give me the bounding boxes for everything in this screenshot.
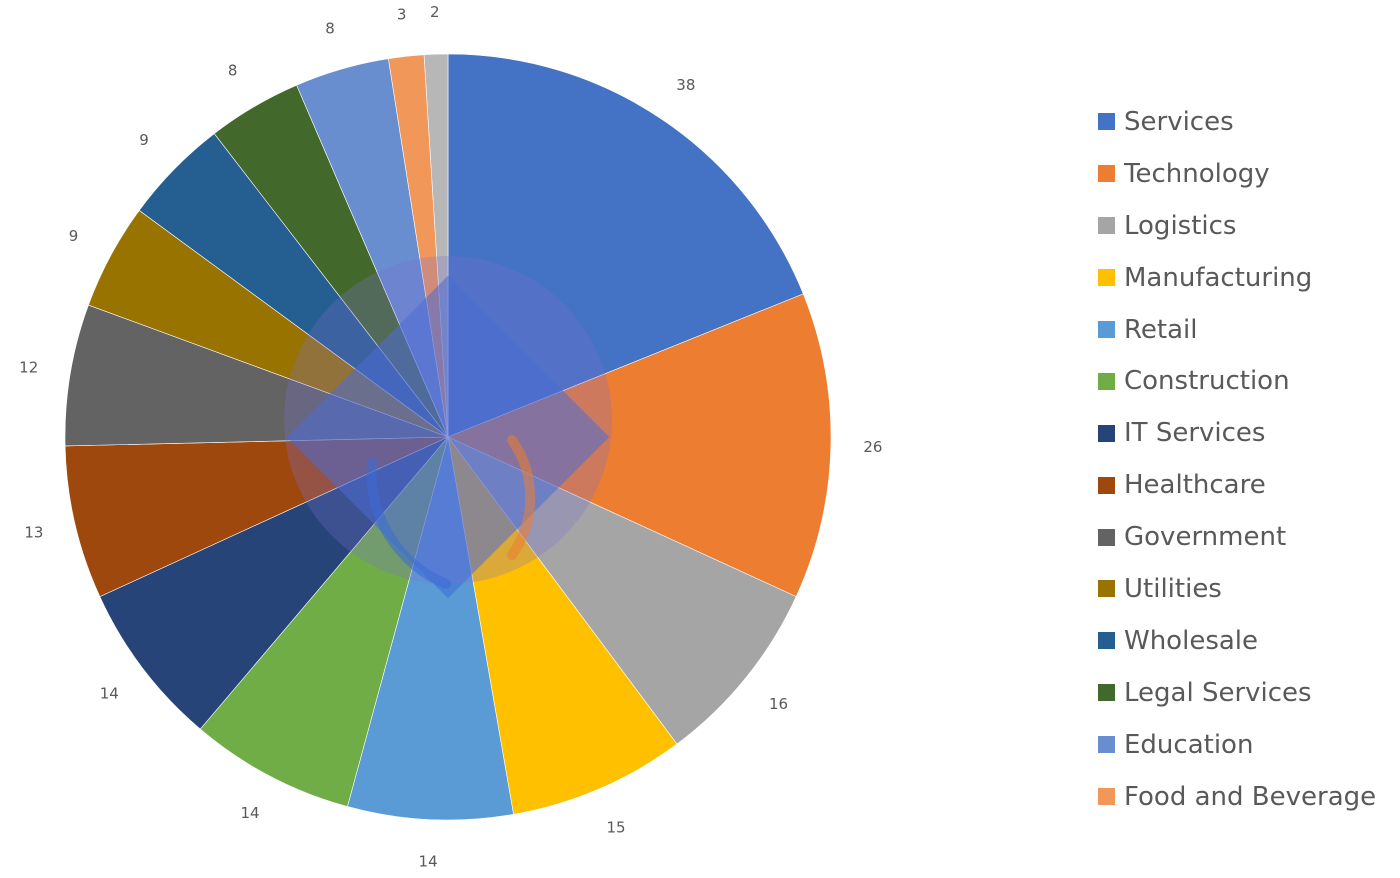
legend-item: Legal Services [1098, 667, 1376, 719]
data-label: 16 [769, 695, 788, 713]
legend-label: Food and Beverage [1124, 781, 1377, 812]
legend-item: Food and Beverage [1098, 771, 1376, 823]
data-label: 26 [863, 438, 882, 456]
data-label: 2 [430, 3, 440, 21]
data-label: 9 [69, 227, 79, 245]
data-label: 8 [228, 62, 238, 80]
data-label: 12 [19, 359, 38, 377]
legend-item: Services [1098, 96, 1376, 148]
legend: Services Technology Logistics Manufacturing… [1098, 96, 1376, 822]
legend-swatch [1098, 217, 1115, 235]
legend-item: IT Services [1098, 407, 1376, 459]
legend-label: Education [1124, 729, 1254, 760]
legend-label: Technology [1124, 158, 1270, 189]
data-label: 8 [325, 20, 335, 38]
legend-swatch [1098, 476, 1115, 494]
legend-label: Manufacturing [1124, 262, 1313, 293]
data-label: 14 [240, 804, 259, 822]
legend-label: Construction [1124, 366, 1290, 397]
legend-label: Utilities [1124, 573, 1222, 604]
overlay-circle [284, 256, 612, 584]
data-label: 14 [100, 685, 119, 703]
data-label: 13 [24, 523, 43, 541]
legend-item: Utilities [1098, 563, 1376, 615]
legend-swatch [1098, 372, 1115, 390]
legend-item: Manufacturing [1098, 252, 1376, 304]
legend-swatch [1098, 113, 1115, 131]
legend-item: Construction [1098, 355, 1376, 407]
data-label: 38 [676, 76, 695, 94]
legend-swatch [1098, 632, 1115, 650]
legend-item: Retail [1098, 304, 1376, 356]
legend-label: Healthcare [1124, 470, 1266, 501]
legend-label: Services [1124, 106, 1234, 137]
legend-label: Logistics [1124, 210, 1237, 241]
data-label: 3 [397, 6, 407, 24]
legend-item: Technology [1098, 148, 1376, 200]
legend-label: Government [1124, 522, 1287, 553]
legend-item: Healthcare [1098, 459, 1376, 511]
legend-label: IT Services [1124, 418, 1266, 449]
legend-swatch [1098, 684, 1115, 702]
legend-label: Legal Services [1124, 677, 1312, 708]
legend-swatch [1098, 269, 1115, 287]
legend-swatch [1098, 165, 1115, 183]
legend-swatch [1098, 736, 1115, 754]
legend-item: Government [1098, 511, 1376, 563]
data-label: 14 [419, 853, 438, 871]
legend-swatch [1098, 580, 1115, 598]
legend-swatch [1098, 788, 1115, 806]
legend-item: Wholesale [1098, 615, 1376, 667]
legend-swatch [1098, 528, 1115, 546]
data-label: 15 [606, 818, 625, 836]
legend-item: Education [1098, 719, 1376, 771]
legend-swatch [1098, 424, 1115, 442]
legend-label: Retail [1124, 314, 1198, 345]
legend-label: Wholesale [1124, 625, 1259, 656]
legend-item: Logistics [1098, 200, 1376, 252]
legend-swatch [1098, 321, 1115, 338]
data-label: 9 [139, 131, 149, 149]
